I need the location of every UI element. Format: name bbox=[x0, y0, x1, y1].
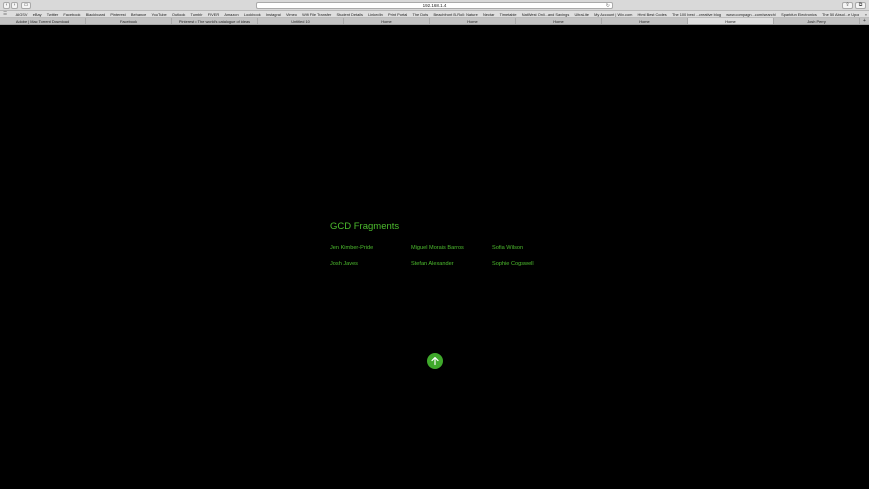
bookmarks-more-icon[interactable]: » bbox=[865, 11, 867, 18]
scroll-to-top-button[interactable] bbox=[427, 353, 443, 369]
bookmark-item[interactable]: Pinterest bbox=[108, 11, 129, 18]
arrow-up-icon bbox=[431, 357, 439, 366]
bookmark-item[interactable]: AIGSV bbox=[13, 11, 30, 18]
sidebar-button[interactable]: ▭ bbox=[21, 2, 31, 9]
browser-tab[interactable]: Home bbox=[602, 18, 688, 24]
bookmarks-icon[interactable]: ☰ bbox=[3, 12, 10, 17]
bookmark-item[interactable]: Beachfront B-Roll: Nature bbox=[431, 11, 481, 18]
tabs-overview-button[interactable]: ⧉ bbox=[855, 2, 866, 9]
bookmark-item[interactable]: Behance bbox=[128, 11, 149, 18]
bookmark-item[interactable]: Tumblr bbox=[188, 11, 205, 18]
bookmark-item[interactable]: Student Details bbox=[334, 11, 366, 18]
bookmark-item[interactable]: Twitter bbox=[44, 11, 61, 18]
member-name-link[interactable]: Sophie Cogswell bbox=[492, 260, 590, 268]
bookmark-item[interactable]: Print Portal bbox=[385, 11, 409, 18]
bookmark-item[interactable]: Sparkfun Electronics bbox=[779, 11, 820, 18]
new-tab-button[interactable]: + bbox=[860, 18, 869, 24]
tab-bar: Adobe | Mac Torrent Download Facebook Pint… bbox=[0, 18, 869, 25]
bookmark-item[interactable]: Nectar bbox=[480, 11, 497, 18]
back-button[interactable]: ‹ bbox=[3, 2, 10, 9]
forward-button[interactable]: › bbox=[11, 2, 18, 9]
bookmark-item[interactable]: Html Best Codes bbox=[635, 11, 669, 18]
bookmark-item[interactable]: Amazon bbox=[222, 11, 241, 18]
address-text: 192.168.1.4 bbox=[422, 3, 447, 8]
bookmarks-list: AIGSV eBay Twitter Facebook Blackboard Pinter… bbox=[13, 11, 859, 18]
bookmark-item[interactable]: eBay bbox=[30, 11, 44, 18]
bookmark-item[interactable]: www.compagn...com/search/ bbox=[724, 11, 779, 18]
browser-tab[interactable]: Untitled 10 bbox=[258, 18, 344, 24]
names-grid: Jen Kimber-Pride Miguel Morais Barros Sofi… bbox=[330, 244, 590, 268]
bookmark-item[interactable]: The 100 best ...creative blog bbox=[669, 11, 723, 18]
bookmark-item[interactable]: NatWest Onli...and Savings bbox=[519, 11, 572, 18]
bookmark-item[interactable]: The Dots bbox=[410, 11, 431, 18]
bookmark-item[interactable]: LinkedIn bbox=[366, 11, 386, 18]
bookmark-item[interactable]: Vimeo bbox=[283, 11, 299, 18]
browser-tab[interactable]: Adobe | Mac Torrent Download bbox=[0, 18, 86, 24]
browser-tab[interactable]: Josh Perry bbox=[774, 18, 860, 24]
browser-tab[interactable]: Home bbox=[516, 18, 602, 24]
bookmark-item[interactable]: Outlook bbox=[169, 11, 188, 18]
bookmark-item[interactable]: YouTube bbox=[149, 11, 169, 18]
page-title: GCD Fragments bbox=[330, 221, 400, 232]
bookmarks-bar: ☰ AIGSV eBay Twitter Facebook Blackboard Pint… bbox=[0, 11, 869, 18]
bookmark-item[interactable]: Wifi File Transfer bbox=[300, 11, 334, 18]
browser-tab[interactable]: Pinterest • The world's catalogue of ide… bbox=[172, 18, 258, 24]
bookmark-item[interactable]: My Account | Wix.com bbox=[592, 11, 635, 18]
share-button[interactable]: ⇪ bbox=[842, 2, 853, 9]
browser-tab[interactable]: Home bbox=[430, 18, 516, 24]
bookmark-item[interactable]: FIVER bbox=[205, 11, 222, 18]
address-bar[interactable]: 192.168.1.4 ↻ bbox=[256, 2, 613, 9]
member-name-link[interactable]: Jen Kimber-Pride bbox=[330, 244, 411, 252]
bookmark-item[interactable]: UltraLite bbox=[572, 11, 592, 18]
bookmark-item[interactable]: Instagrai bbox=[263, 11, 283, 18]
bookmark-item[interactable]: Facebook bbox=[61, 11, 83, 18]
bookmark-item[interactable]: Timetable bbox=[497, 11, 519, 18]
bookmark-item[interactable]: The 50 Absol...e Upon 10Ps bbox=[819, 11, 859, 18]
browser-tab[interactable]: Home bbox=[688, 18, 774, 24]
browser-tab[interactable]: Home bbox=[344, 18, 430, 24]
browser-toolbar: ‹ › ▭ 192.168.1.4 ↻ ⇪ ⧉ bbox=[0, 0, 869, 11]
bookmark-item[interactable]: Blackboard bbox=[83, 11, 108, 18]
member-name-link[interactable]: Sofia Wilson bbox=[492, 244, 590, 252]
member-name-link[interactable]: Stefan Alexander bbox=[411, 260, 492, 268]
browser-tab[interactable]: Facebook bbox=[86, 18, 172, 24]
bookmark-item[interactable]: Lookbook bbox=[241, 11, 263, 18]
reload-icon[interactable]: ↻ bbox=[606, 3, 610, 9]
member-name-link[interactable]: Miguel Morais Barros bbox=[411, 244, 492, 252]
member-name-link[interactable]: Josh Javes bbox=[330, 260, 411, 268]
page-content: GCD Fragments Jen Kimber-Pride Miguel Mor… bbox=[0, 26, 869, 489]
